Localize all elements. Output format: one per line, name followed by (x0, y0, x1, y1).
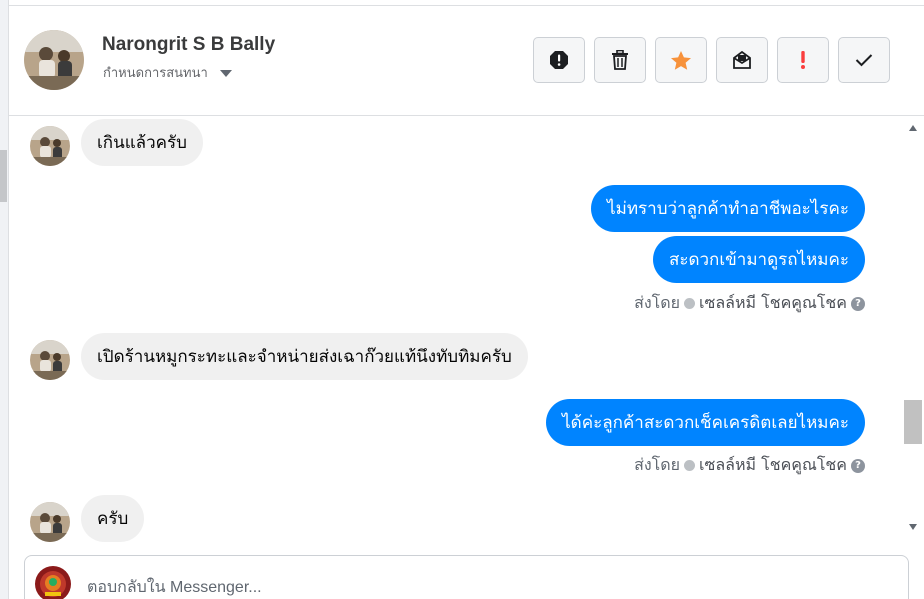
conversation-actions (533, 37, 890, 83)
reply-input[interactable]: ตอบกลับใน Messenger... (87, 575, 262, 599)
thread-scrollbar[interactable] (902, 117, 924, 545)
message-incoming: ครับ (81, 495, 145, 542)
scroll-up-arrow-icon[interactable] (909, 125, 917, 131)
envelope-icon (733, 50, 751, 69)
alert-octagon-icon (550, 51, 568, 69)
sent-by-label: ส่งโดย (634, 455, 681, 474)
assign-conversation-dropdown[interactable]: กำหนดการสนทนา (103, 62, 232, 83)
assign-conversation-label: กำหนดการสนทนา (103, 66, 208, 81)
left-panel-edge (0, 0, 9, 599)
message-outgoing: สะดวกเข้ามาดูรถไหมคะ (652, 236, 865, 283)
message-thread: เกินแล้วครับ ไม่ทราบว่าลูกค้าทำอาชีพอะไร… (9, 117, 902, 545)
caret-down-icon (219, 70, 232, 77)
message-outgoing: ได้ค่ะลูกค้าสะดวกเช็คเครดิตเลยไหมคะ (546, 399, 865, 446)
sent-by-agent[interactable]: เซลล์หมี โชคคูณโชค (699, 453, 847, 478)
sent-by-info: ส่งโดย เซลล์หมี โชคคูณโชค ? (634, 453, 865, 478)
delete-button[interactable] (594, 37, 646, 83)
message-incoming: เปิดร้านหมูกระทะและจำหน่ายส่งเฉาก๊วยแท้น… (81, 333, 528, 380)
customer-avatar[interactable] (30, 126, 70, 166)
contact-avatar[interactable] (24, 30, 84, 90)
mark-spam-button[interactable] (533, 37, 585, 83)
check-icon (855, 54, 873, 67)
sent-by-agent[interactable]: เซลล์หมี โชคคูณโชค (699, 291, 847, 316)
agent-status-icon (684, 298, 696, 309)
mark-important-button[interactable] (777, 37, 829, 83)
scrollbar-thumb[interactable] (904, 400, 922, 444)
customer-avatar[interactable] (30, 340, 70, 380)
help-icon[interactable]: ? (851, 296, 865, 311)
reply-composer[interactable]: ตอบกลับใน Messenger... (24, 555, 909, 599)
customer-avatar[interactable] (30, 502, 70, 542)
conversation-header: Narongrit S B Bally กำหนดการสนทนา (9, 6, 924, 116)
help-icon[interactable]: ? (851, 458, 865, 473)
message-outgoing: ไม่ทราบว่าลูกค้าทำอาชีพอะไรคะ (591, 185, 865, 232)
star-icon (671, 50, 691, 70)
sent-by-info: ส่งโดย เซลล์หมี โชคคูณโชค ? (634, 291, 865, 316)
mark-unread-button[interactable] (716, 37, 768, 83)
trash-icon (612, 50, 628, 70)
scroll-down-arrow-icon[interactable] (909, 524, 917, 530)
star-button[interactable] (655, 37, 707, 83)
agent-status-icon (684, 460, 696, 471)
left-scrollbar-thumb[interactable] (0, 150, 7, 202)
message-incoming: เกินแล้วครับ (81, 119, 203, 166)
contact-name[interactable]: Narongrit S B Bally (102, 34, 275, 56)
page-avatar (35, 566, 71, 599)
mark-done-button[interactable] (838, 37, 890, 83)
sent-by-label: ส่งโดย (634, 293, 681, 312)
exclamation-icon (801, 51, 805, 69)
